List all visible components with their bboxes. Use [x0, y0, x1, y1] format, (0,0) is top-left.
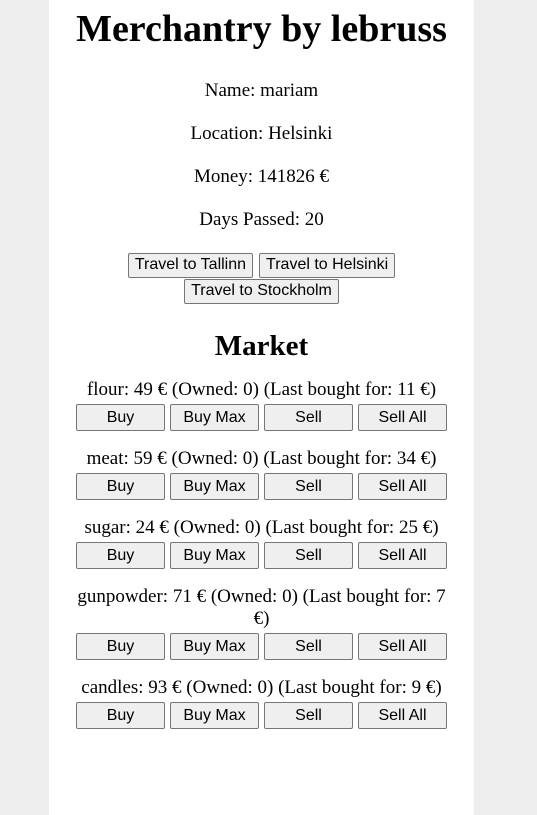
game-panel: Merchantry by lebruss Name: mariam Locat… [49, 0, 474, 815]
player-location: Location: Helsinki [190, 123, 333, 144]
market-item-meat: meat: 59 € (Owned: 0) (Last bought for: … [49, 448, 474, 500]
sell-all-candles-button[interactable]: Sell All [358, 702, 447, 729]
item-actions: Buy Buy Max Sell Sell All [49, 404, 474, 431]
buy-max-flour-button[interactable]: Buy Max [170, 404, 259, 431]
market-item-gunpowder: gunpowder: 71 € (Owned: 0) (Last bought … [49, 586, 474, 660]
market-list: flour: 49 € (Owned: 0) (Last bought for:… [49, 379, 474, 729]
sell-gunpowder-button[interactable]: Sell [264, 633, 353, 660]
buy-max-meat-button[interactable]: Buy Max [170, 473, 259, 500]
sell-meat-button[interactable]: Sell [264, 473, 353, 500]
item-actions: Buy Buy Max Sell Sell All [49, 542, 474, 569]
buy-flour-button[interactable]: Buy [76, 404, 165, 431]
sell-all-flour-button[interactable]: Sell All [358, 404, 447, 431]
sell-sugar-button[interactable]: Sell [264, 542, 353, 569]
item-actions: Buy Buy Max Sell Sell All [49, 633, 474, 660]
item-actions: Buy Buy Max Sell Sell All [49, 702, 474, 729]
travel-stockholm-button[interactable]: Travel to Stockholm [184, 278, 339, 304]
buy-meat-button[interactable]: Buy [76, 473, 165, 500]
days-passed: Days Passed: 20 [199, 209, 324, 230]
page-title: Merchantry by lebruss [76, 8, 447, 50]
item-info: candles: 93 € (Owned: 0) (Last bought fo… [81, 677, 442, 698]
sell-all-gunpowder-button[interactable]: Sell All [358, 633, 447, 660]
travel-tallinn-button[interactable]: Travel to Tallinn [127, 252, 254, 278]
sell-all-sugar-button[interactable]: Sell All [358, 542, 447, 569]
item-actions: Buy Buy Max Sell Sell All [49, 473, 474, 500]
buy-sugar-button[interactable]: Buy [76, 542, 165, 569]
buy-gunpowder-button[interactable]: Buy [76, 633, 165, 660]
item-info: flour: 49 € (Owned: 0) (Last bought for:… [86, 379, 437, 400]
travel-helsinki-button[interactable]: Travel to Helsinki [259, 252, 396, 278]
sell-candles-button[interactable]: Sell [264, 702, 353, 729]
sell-all-meat-button[interactable]: Sell All [358, 473, 447, 500]
buy-max-gunpowder-button[interactable]: Buy Max [170, 633, 259, 660]
buy-candles-button[interactable]: Buy [76, 702, 165, 729]
buy-max-candles-button[interactable]: Buy Max [170, 702, 259, 729]
buy-max-sugar-button[interactable]: Buy Max [170, 542, 259, 569]
market-item-sugar: sugar: 24 € (Owned: 0) (Last bought for:… [49, 517, 474, 569]
market-item-flour: flour: 49 € (Owned: 0) (Last bought for:… [49, 379, 474, 431]
travel-buttons: Travel to Tallinn Travel to Helsinki Tra… [49, 252, 474, 304]
item-info: gunpowder: 71 € (Owned: 0) (Last bought … [77, 586, 446, 629]
player-money: Money: 141826 € [193, 166, 330, 187]
item-info: meat: 59 € (Owned: 0) (Last bought for: … [86, 448, 437, 469]
sell-flour-button[interactable]: Sell [264, 404, 353, 431]
player-name: Name: mariam [204, 80, 319, 101]
item-info: sugar: 24 € (Owned: 0) (Last bought for:… [84, 517, 439, 538]
market-heading: Market [214, 330, 309, 362]
market-item-candles: candles: 93 € (Owned: 0) (Last bought fo… [49, 677, 474, 729]
